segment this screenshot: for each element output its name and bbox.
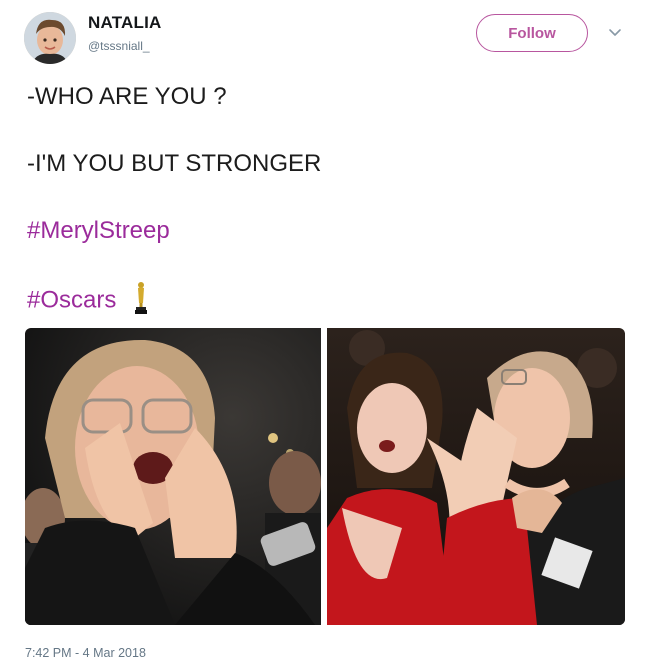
avatar[interactable] <box>24 12 76 64</box>
hashtag-oscars[interactable]: #Oscars <box>27 286 116 313</box>
follow-button[interactable]: Follow <box>476 14 588 52</box>
user-handle[interactable]: @tsssniall_ <box>88 39 150 53</box>
tweet-timestamp[interactable]: 7:42 PM - 4 Mar 2018 <box>25 646 146 660</box>
hashtag-merylstreep[interactable]: #MerylStreep <box>27 217 170 245</box>
user-name[interactable]: NATALIA <box>88 13 161 33</box>
profile-photo <box>24 12 76 64</box>
tweet-line-2: -I'M YOU BUT STRONGER <box>27 150 322 177</box>
media-gallery[interactable] <box>25 328 625 625</box>
meryl-streep-red-dress-cheering-photo[interactable] <box>327 328 625 625</box>
hashtag-line: #Oscars <box>27 282 149 318</box>
oscar-trophy-icon <box>135 282 148 314</box>
meryl-streep-shouting-photo[interactable] <box>25 328 321 625</box>
chevron-down-icon[interactable] <box>607 24 623 40</box>
tweet-line-1: -WHO ARE YOU ? <box>27 83 227 110</box>
